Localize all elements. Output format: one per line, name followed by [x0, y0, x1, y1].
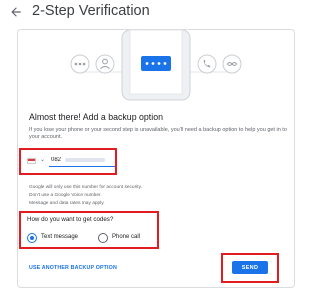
infinity-icon	[222, 54, 242, 74]
call-icon	[197, 54, 217, 74]
phone-dots-icon	[141, 56, 171, 71]
phone-number-field[interactable]: ⌄	[19, 148, 117, 175]
note-line: Message and data rates may apply.	[29, 201, 105, 207]
chevron-down-icon[interactable]: ⌄	[40, 156, 45, 163]
input-underline	[49, 166, 115, 167]
code-delivery-group: How do you want to get codes? Text messa…	[19, 211, 159, 249]
page-title: 2-Step Verification	[32, 3, 150, 19]
page-header: 2-Step Verification	[0, 0, 300, 26]
send-button[interactable]: SEND	[232, 261, 268, 274]
arrow-left-icon[interactable]	[9, 5, 23, 19]
password-icon	[70, 54, 90, 74]
card-heading: Almost there! Add a backup option	[29, 112, 163, 122]
person-icon	[95, 54, 115, 74]
note-line: Don't use a Google Voice number.	[29, 193, 102, 199]
send-highlight: SEND	[221, 253, 279, 283]
phone-notes: Google will only use this number for acc…	[29, 184, 142, 208]
code-delivery-question: How do you want to get codes?	[27, 216, 114, 223]
redacted-number	[65, 158, 105, 162]
phone-call-label[interactable]: Phone call	[112, 234, 140, 240]
note-line: Google will only use this number for acc…	[29, 185, 142, 190]
text-message-label[interactable]: Text message	[41, 234, 78, 240]
use-another-backup-option-link[interactable]: USE ANOTHER BACKUP OPTION	[29, 265, 117, 271]
backup-option-card: Almost there! Add a backup option If you…	[17, 29, 295, 288]
phone-call-radio[interactable]	[98, 233, 108, 243]
card-description: If you lose your phone or your second st…	[29, 127, 287, 141]
text-message-radio[interactable]	[27, 233, 37, 243]
indonesia-flag-icon[interactable]	[27, 158, 36, 164]
backup-options-illustration	[18, 30, 294, 102]
